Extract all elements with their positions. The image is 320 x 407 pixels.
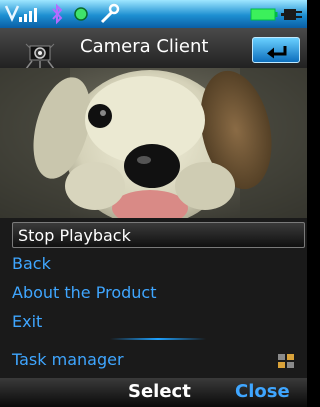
video-feed [0, 68, 307, 218]
phone-screen: Camera Client Stop Playback Back About t… [0, 0, 307, 407]
menu-item-exit[interactable]: Exit [12, 309, 302, 335]
select-softkey[interactable]: Select [128, 381, 191, 402]
task-manager-label: Task manager [12, 350, 124, 369]
close-softkey[interactable]: Close [235, 381, 290, 402]
signal-icon [4, 5, 37, 22]
menu-item-stop-playback[interactable]: Stop Playback [12, 222, 305, 248]
back-button[interactable] [252, 37, 300, 63]
dot-icon [74, 7, 88, 21]
bluetooth-icon [52, 3, 63, 25]
wrench-icon [100, 3, 120, 24]
app-title: Camera Client [80, 36, 209, 57]
menu-divider [110, 338, 206, 340]
title-bar: Camera Client [0, 28, 307, 72]
app-icon [25, 43, 55, 70]
status-bar [0, 0, 307, 28]
video-frame [0, 68, 307, 218]
plug-icon [281, 9, 302, 20]
options-menu: Stop Playback Back About the Product Exi… [0, 218, 307, 378]
softkey-bar: Select Close [0, 378, 307, 407]
menu-item-about[interactable]: About the Product [12, 280, 302, 306]
menu-item-task-manager[interactable]: Task manager [12, 347, 302, 373]
battery-icon [250, 8, 278, 21]
menu-item-back[interactable]: Back [12, 251, 302, 277]
back-arrow-icon [267, 46, 287, 59]
task-manager-icon [278, 354, 294, 368]
